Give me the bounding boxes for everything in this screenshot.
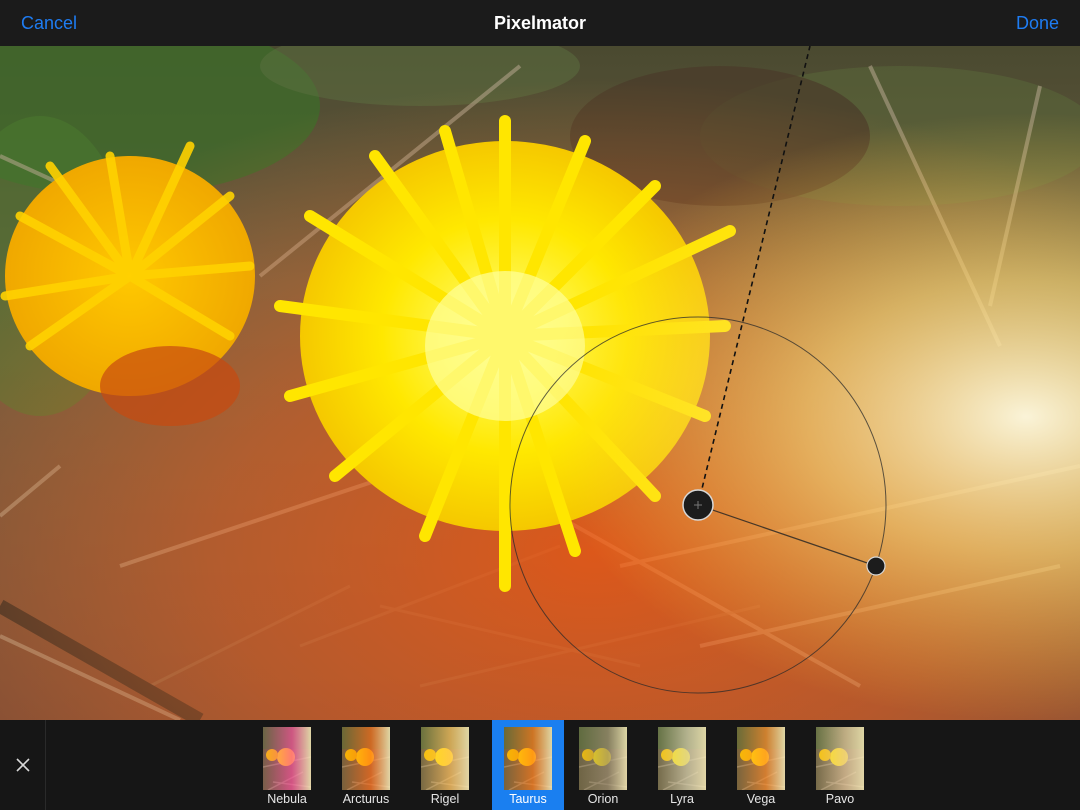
app-title: Pixelmator [493, 13, 587, 33]
light-leak-controls [509, 46, 887, 694]
radius-handle[interactable] [866, 556, 886, 576]
pixelmator-editor: Cancel Pixelmator Done Nebula Arcturus R… [0, 0, 1080, 810]
preset-thumbnail [737, 727, 785, 790]
preset-thumbnail [579, 727, 627, 790]
preset-thumbnail [504, 727, 552, 790]
preset-thumbnail [263, 727, 311, 790]
direction-line [697, 46, 811, 506]
close-icon [16, 758, 30, 772]
preset-label: Nebula [267, 792, 307, 806]
preset-list: Nebula Arcturus Rigel Taurus Orion Lyra … [255, 720, 887, 810]
preset-label: Vega [746, 792, 776, 806]
preset-thumbnail [421, 727, 469, 790]
radius-line [697, 504, 877, 567]
top-bar: Cancel Pixelmator Done [0, 0, 1080, 46]
close-button[interactable] [0, 720, 46, 810]
preset-label: Taurus [509, 792, 547, 806]
preset-taurus[interactable]: Taurus [492, 720, 571, 810]
preset-thumbnail [816, 727, 864, 790]
done-button[interactable]: Done [1016, 12, 1059, 34]
preset-lyra[interactable]: Lyra [650, 720, 729, 810]
preset-strip: Nebula Arcturus Rigel Taurus Orion Lyra … [0, 720, 1080, 810]
photo-canvas[interactable] [0, 46, 1080, 720]
preset-arcturus[interactable]: Arcturus [334, 720, 413, 810]
preset-rigel[interactable]: Rigel [413, 720, 492, 810]
preset-vega[interactable]: Vega [729, 720, 808, 810]
preset-thumbnail [658, 727, 706, 790]
preset-pavo[interactable]: Pavo [808, 720, 887, 810]
preset-orion[interactable]: Orion [571, 720, 650, 810]
preset-nebula[interactable]: Nebula [255, 720, 334, 810]
preset-label: Pavo [825, 792, 855, 806]
preset-label: Orion [587, 792, 619, 806]
preset-label: Lyra [670, 792, 694, 806]
preset-label: Rigel [430, 792, 460, 806]
center-handle[interactable] [682, 489, 714, 521]
preset-thumbnail [342, 727, 390, 790]
preset-label: Arcturus [342, 792, 390, 806]
